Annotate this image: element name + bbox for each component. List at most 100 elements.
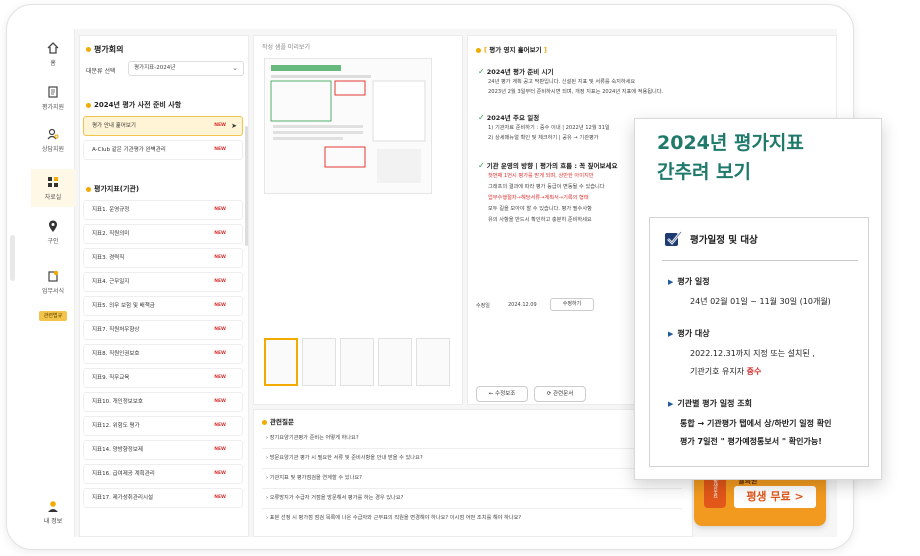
triangle-right-icon: ▶ [668,330,674,338]
block-line: 2) 상세매뉴얼 확인 및 체크하기 | 공유 → 기관평가 [488,135,599,141]
category-select-value: 평가지표-2024년 [134,65,176,71]
related-question-text: 기관지표 및 평가점검을 연계할 수 있나요? [269,475,362,481]
category-select[interactable]: 평가지표-2024년 ⌄ [128,61,244,76]
list-item-label: 지표16. 급여제공 계획관리 [92,471,155,477]
list-item-label: 평가 안내 훑어보기 [92,123,136,129]
check-icon: ✓ [478,67,485,76]
nav-item-jobs[interactable]: 구인 [31,219,75,245]
new-badge: NEW [214,255,226,260]
prev-button[interactable]: ← 수정보조 [476,386,528,402]
related-title-wrap: 관련질문 [262,416,294,426]
block-heading: ✓ 2024년 주요 일정 [478,112,539,122]
nav-item-archive[interactable]: 자료실 [31,169,75,207]
nav-label-forms: 업무서식 [41,288,65,295]
related-question-link[interactable]: › 오류방지가 수급자 거점을 방문해서 평가를 하는 경우 있나요? [266,494,403,501]
thumbnail[interactable] [416,338,450,386]
modified-label: 수정일 [476,303,490,309]
location-pin-icon [49,220,57,232]
check-icon: ✓ [478,161,485,170]
list-item-label: 지표12. 위험도 평가 [92,423,140,429]
list-item[interactable]: 지표10. 개인정보보호 NEW [83,392,243,412]
thumbnail[interactable] [378,338,412,386]
nav-item-counseling[interactable]: 상담지원 [31,127,75,153]
list-item[interactable]: 평가 안내 훑어보기 NEW ➤ [83,116,243,136]
overlay-title: 2024년 평가지표 간추려 보기 [657,129,804,187]
related-question-text: 표본 선정 시 평가점 점검 목록에 나온 수급자와 근무표의 직원을 변경해야… [269,515,522,521]
list-item[interactable]: A-Club 같은 기관평가 완벽관리 NEW [83,140,243,160]
block-line: 업무수행절차→해당서류→계획서→기록의 형태 [488,195,589,201]
modified-date: 2024.12.09 [508,302,537,308]
check-icon: ✓ [478,113,485,122]
block-heading: ✓ 기관 운영의 방향 | 평가의 흐름 : 꼭 짚어보세요 [478,160,617,170]
list-item-label: 지표8. 직원인권보호 [92,351,140,357]
overlay-title-line1: 2024년 평가지표 [657,132,804,154]
list-item-label: 지표4. 근무일지 [92,279,130,285]
list-item[interactable]: 지표7. 직원처우향상 NEW [83,320,243,340]
list-item[interactable]: 지표9. 직무교육 NEW [83,368,243,388]
divider [262,468,682,469]
block-heading-text: 기관 운영의 방향 | 평가의 흐름 : 꼭 짚어보세요 [486,162,618,170]
thumbnail-strip [264,338,454,388]
block-line: 첫번째 1번시 평가를 받게 되며, 상반한 아이지만 [488,173,594,179]
chevron-right-icon: ➤ [231,122,237,130]
list-item[interactable]: 지표5. 의무 보험 및 배책금 NEW [83,296,243,316]
thumbnail[interactable] [264,338,298,386]
list-item[interactable]: 지표16. 급여제공 계획관리 NEW [83,464,243,484]
regulation-badge[interactable]: 관련법규 [39,311,67,321]
bracket-close: ] [543,46,547,54]
list-item[interactable]: 지표14. 양방향정보제 NEW [83,440,243,460]
filter-label: 대분류 선택 [86,68,116,75]
target-highlight: 중수 [746,367,762,376]
list-item[interactable]: 지표8. 직원인권보호 NEW [83,344,243,364]
section-dot-icon [86,102,91,108]
nav-item-evaluation[interactable]: 평가지원 [31,85,75,111]
related-docs-button[interactable]: ⟳ 관련문서 [534,386,586,402]
list-item[interactable]: 지표12. 위험도 평가 NEW [83,416,243,436]
info-dot-icon [476,47,481,53]
thumbnail[interactable] [302,338,336,386]
block-heading-text: 2024년 주요 일정 [486,114,540,122]
list-item[interactable]: 지표4. 근무일지 NEW [83,272,243,292]
related-question-link[interactable]: › 방문요양기관 평가 시 필요한 서류 및 준비사항을 안내 받을 수 있나요… [266,454,423,461]
divider [262,488,682,489]
nav-item-forms[interactable]: 업무서식 [31,269,75,295]
related-questions-panel: 관련질문 › 장기요양기관평가 준비는 어떻게 하나요? › 방문요양기관 평가… [253,409,693,537]
edit-button[interactable]: 수정하기 [550,298,594,311]
nav-item-profile[interactable]: 내 정보 [31,499,75,525]
list-item-label: 지표14. 양방향정보제 [92,447,143,453]
preview-document-image[interactable] [264,58,432,194]
list-item-label: 지표3. 경력직 [92,255,125,261]
lookup-text: 평가 7일전 " 평가예정통보서 " 확인가능! [680,437,822,446]
list-item-label: A-Club 같은 기관평가 완벽관리 [92,147,166,153]
home-icon [47,42,59,54]
new-badge: NEW [214,399,226,404]
related-question-link[interactable]: › 표본 선정 시 평가점 점검 목록에 나온 수급자와 근무표의 직원을 변경… [266,514,521,521]
new-badge: NEW [214,147,226,152]
preview-title: 작성 샘플 미리보기 [262,44,310,51]
profile-icon [48,501,58,512]
schedule-box: 평가일정 및 대상 ▶ 평가 일정 24년 02월 01일 ~ 11월 30일 (… [649,217,869,467]
nav-item-home[interactable]: 홈 [31,41,75,67]
new-badge: NEW [214,303,226,308]
list-item[interactable]: 지표2. 직원의미 NEW [83,224,243,244]
lookup-text: 통합 → 기관평가 탭에서 상/하반기 일정 확인 [680,419,832,428]
list-item[interactable]: 지표1. 운영규정 NEW [83,200,243,220]
block-heading-text: 2024년 평가 준비 시기 [486,68,554,76]
new-badge: NEW [214,231,226,236]
block-line: 그래프의 결과에 따라 평가 등급이 변동될 수 있습니다 [488,184,605,190]
promo-cta[interactable]: 평생 무료 > [734,486,816,508]
category-panel: 평가회의 대분류 선택 평가지표-2024년 ⌄ 2024년 평가 사전 준비 … [79,35,249,537]
target-text: 2022.12.31까지 지정 또는 설치된 , [690,349,815,358]
target-label: ▶ 평가 대상 [668,328,710,339]
info-title: [ 평가 영지 훑어보기 ] [476,44,547,54]
list-item[interactable]: 지표17. 제가성취관리시설 NEW [83,488,243,508]
related-question-link[interactable]: › 기관지표 및 평가점검을 연계할 수 있나요? [266,474,362,481]
list-item[interactable]: 지표3. 경력직 NEW [83,248,243,268]
nav-label-evaluation: 평가지원 [41,104,65,111]
target-text: 기관기호 유지자 [690,367,745,376]
related-title: 관련질문 [270,418,294,426]
thumbnail[interactable] [340,338,374,386]
schedule-text: 24년 02월 01일 ~ 11월 30일 (10개월) [690,297,831,306]
related-question-link[interactable]: › 장기요양기관평가 준비는 어떻게 하나요? [266,434,359,441]
list-scrollbar[interactable] [245,126,248,246]
